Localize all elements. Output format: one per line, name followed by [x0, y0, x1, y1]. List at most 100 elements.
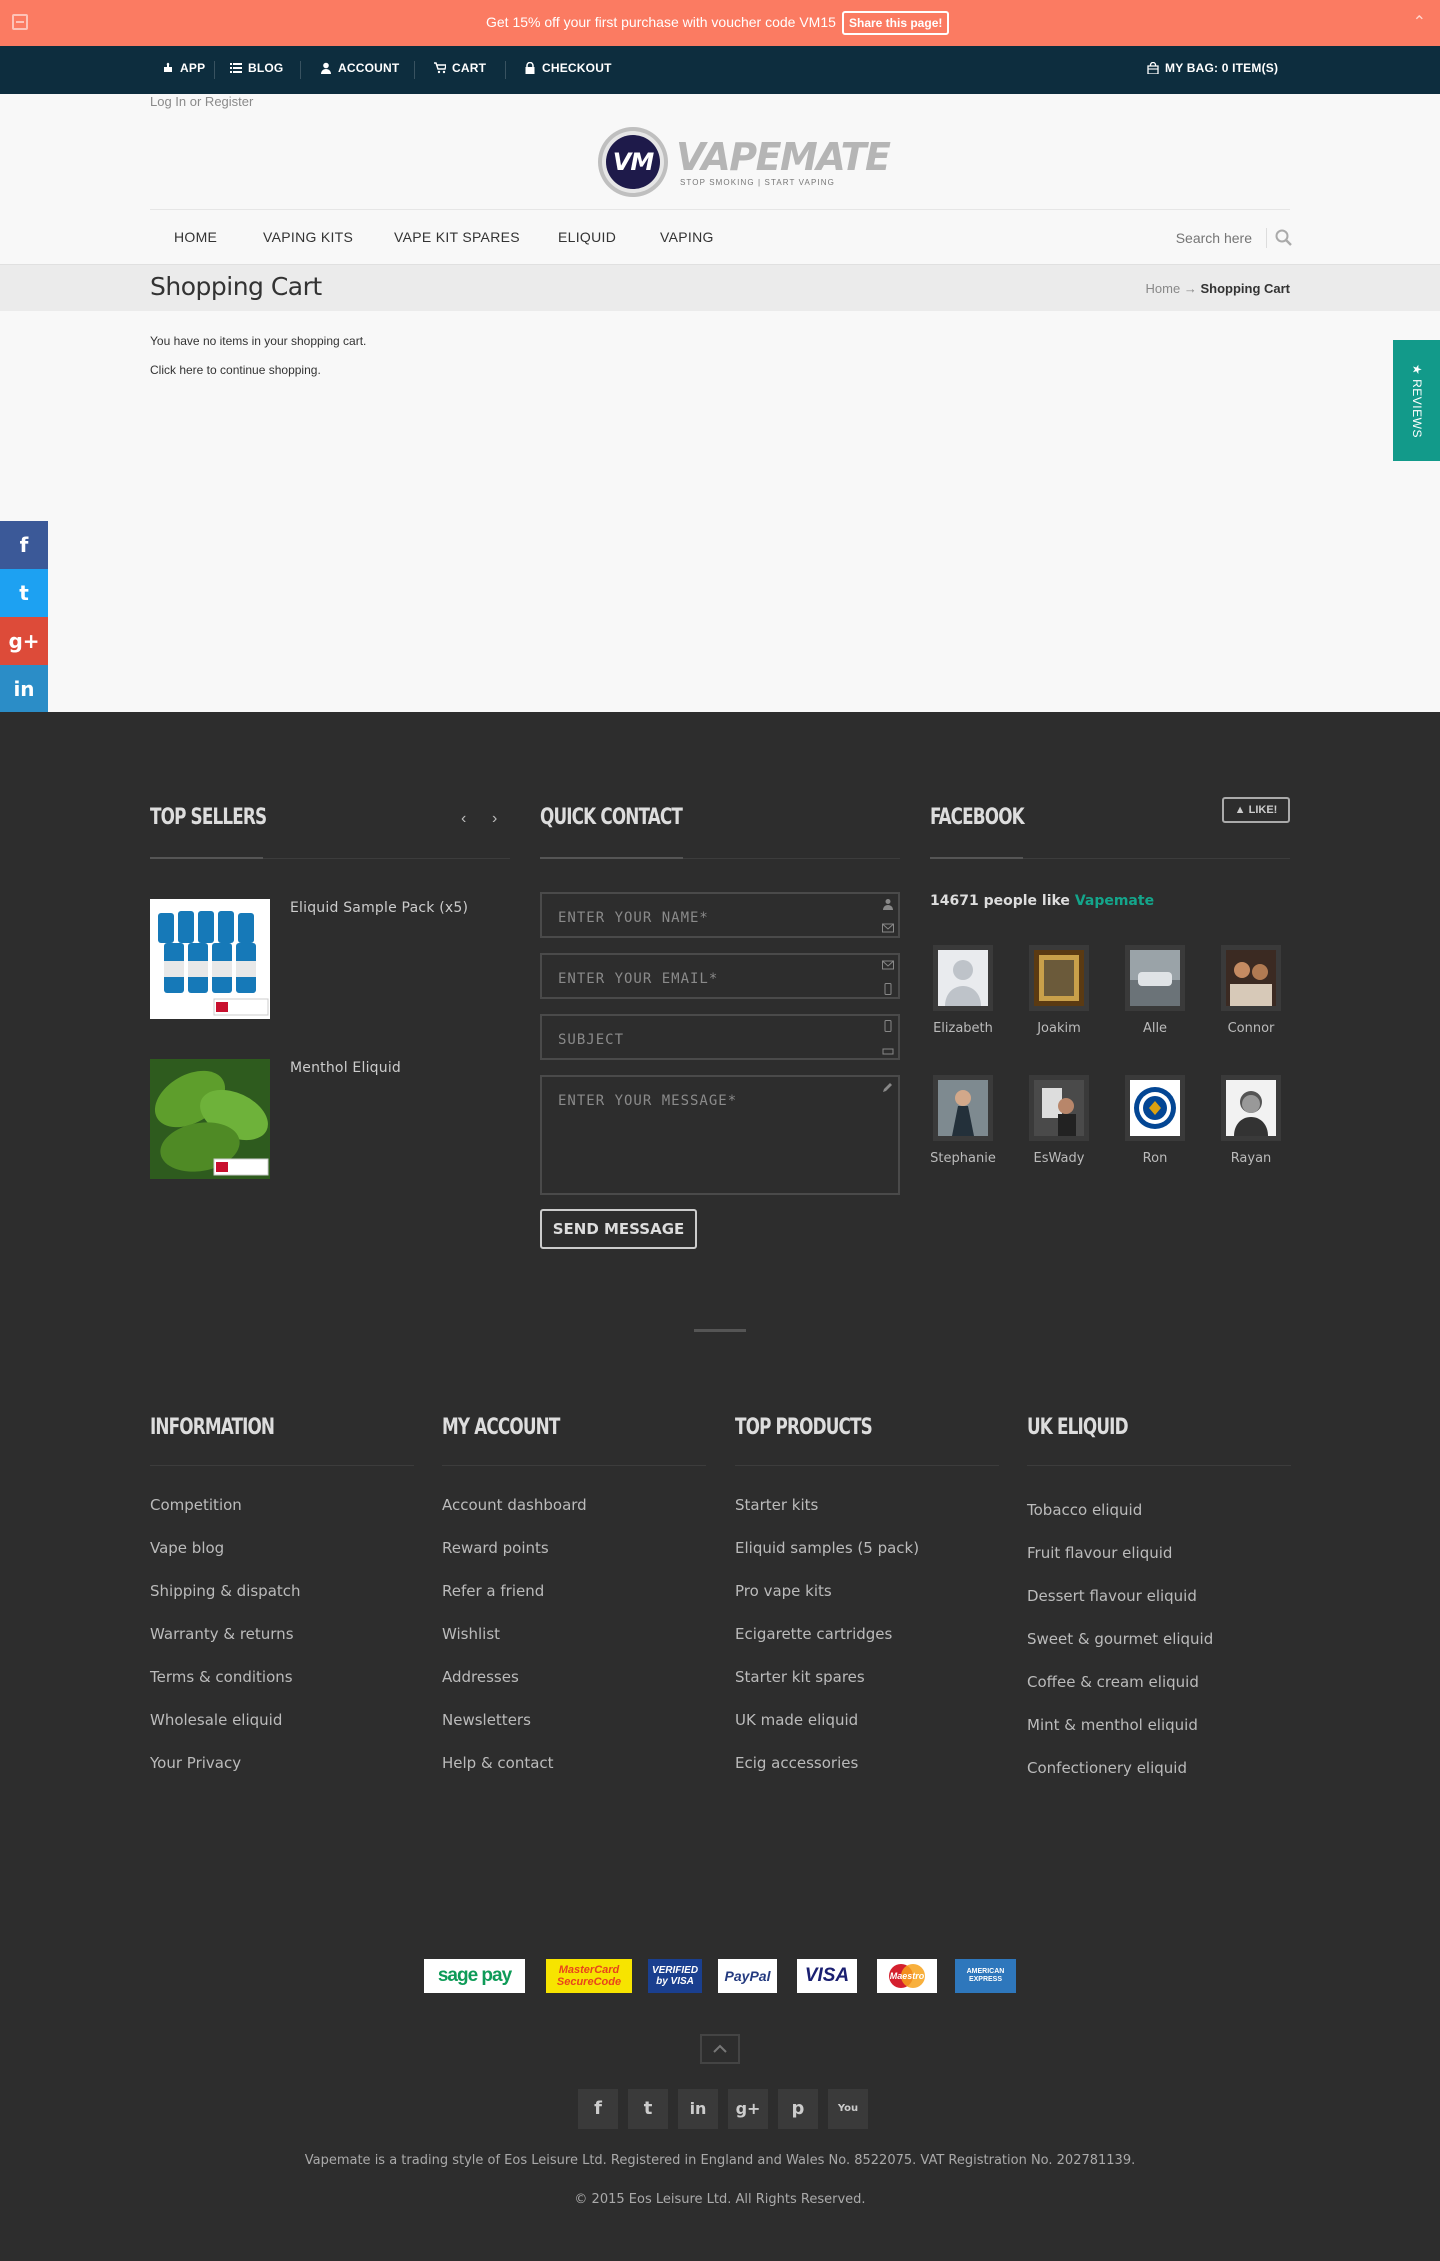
facebook-page-link[interactable]: Vapemate: [1075, 893, 1154, 909]
nav-vaping[interactable]: VAPING: [660, 229, 714, 245]
nav-vaping-kits[interactable]: VAPING KITS: [263, 229, 353, 245]
topnav-account-label: ACCOUNT: [338, 61, 400, 75]
reviews-tab[interactable]: ★ REVIEWS: [1393, 340, 1440, 461]
next-arrow-icon[interactable]: ›: [492, 810, 497, 828]
avatar-name[interactable]: Elizabeth: [918, 1021, 1008, 1036]
footer-link[interactable]: Eliquid samples (5 pack): [735, 1539, 919, 1557]
avatar[interactable]: [1221, 945, 1281, 1011]
footer-link[interactable]: Your Privacy: [150, 1754, 241, 1772]
prev-arrow-icon[interactable]: ‹: [461, 810, 466, 828]
footer-link[interactable]: Starter kits: [735, 1496, 818, 1514]
footer-link[interactable]: Fruit flavour eliquid: [1027, 1544, 1172, 1562]
nav-eliquid[interactable]: ELIQUID: [558, 229, 616, 245]
search-icon[interactable]: [1274, 228, 1294, 248]
vapemate-logo[interactable]: VM VAPEMATE STOP SMOKING | START VAPING: [596, 123, 891, 201]
nav-home[interactable]: HOME: [174, 229, 217, 245]
topnav-blog[interactable]: BLOG: [230, 61, 283, 75]
avatar[interactable]: [1029, 1075, 1089, 1141]
maestro-label: Maestro: [889, 1971, 925, 1981]
footer-link[interactable]: Competition: [150, 1496, 242, 1514]
footer-link[interactable]: Warranty & returns: [150, 1625, 294, 1643]
avatar-name[interactable]: Rayan: [1206, 1151, 1296, 1166]
avatar-name[interactable]: Stephanie: [918, 1151, 1008, 1166]
avatar[interactable]: [1125, 945, 1185, 1011]
product-image-sample-pack[interactable]: [150, 899, 270, 1019]
my-account-rule: [442, 1465, 706, 1466]
topnav-cart[interactable]: CART: [434, 61, 486, 75]
footer-link[interactable]: Coffee & cream eliquid: [1027, 1673, 1199, 1691]
footer-link[interactable]: Confectionery eliquid: [1027, 1759, 1187, 1777]
share-facebook[interactable]: f: [0, 521, 48, 569]
avatar[interactable]: [1029, 945, 1089, 1011]
footer-link[interactable]: UK made eliquid: [735, 1711, 858, 1729]
footer-youtube[interactable]: You: [828, 2089, 868, 2129]
avatar-name[interactable]: Ron: [1110, 1151, 1200, 1166]
footer-link[interactable]: Shipping & dispatch: [150, 1582, 301, 1600]
footer-link[interactable]: Tobacco eliquid: [1027, 1501, 1142, 1519]
subject-field[interactable]: SUBJECT: [540, 1014, 900, 1060]
footer-link[interactable]: Refer a friend: [442, 1582, 544, 1600]
footer-pinterest[interactable]: p: [778, 2089, 818, 2129]
avatar[interactable]: [933, 945, 993, 1011]
share-twitter[interactable]: t: [0, 569, 48, 617]
email-field[interactable]: ENTER YOUR EMAIL*: [540, 953, 900, 999]
product-name-menthol[interactable]: Menthol Eliquid: [290, 1060, 401, 1076]
footer-link[interactable]: Starter kit spares: [735, 1668, 865, 1686]
main-navigation: HOME VAPING KITS VAPE KIT SPARES ELIQUID…: [150, 209, 1292, 265]
footer-googleplus[interactable]: g+: [728, 2089, 768, 2129]
nav-vape-kit-spares[interactable]: VAPE KIT SPARES: [394, 229, 520, 245]
verified-by-visa-logo: VERIFIED by VISA: [648, 1959, 702, 1993]
breadcrumb-home[interactable]: Home: [1146, 281, 1181, 296]
share-linkedin[interactable]: in: [0, 665, 48, 713]
footer-link[interactable]: Reward points: [442, 1539, 549, 1557]
topnav-account[interactable]: ACCOUNT: [320, 61, 399, 75]
avatar-name[interactable]: Connor: [1206, 1021, 1296, 1036]
footer-link[interactable]: Vape blog: [150, 1539, 224, 1557]
footer-link[interactable]: Wholesale eliquid: [150, 1711, 282, 1729]
share-googleplus[interactable]: g+: [0, 617, 48, 665]
footer-link[interactable]: Ecig accessories: [735, 1754, 858, 1772]
avatar-name[interactable]: Joakim: [1014, 1021, 1104, 1036]
cart-icon: [434, 62, 446, 74]
footer-link[interactable]: Newsletters: [442, 1711, 531, 1729]
footer-facebook[interactable]: f: [578, 2089, 618, 2129]
footer-link[interactable]: Mint & menthol eliquid: [1027, 1716, 1198, 1734]
sharethis-icon[interactable]: [12, 14, 28, 30]
footer-twitter[interactable]: t: [628, 2089, 668, 2129]
linkedin-icon: in: [13, 677, 35, 701]
topnav-app[interactable]: APP: [162, 61, 205, 75]
message-field[interactable]: ENTER YOUR MESSAGE*: [540, 1075, 900, 1195]
avatar[interactable]: [1125, 1075, 1185, 1141]
printer-icon: [882, 1048, 894, 1055]
facebook-count-text: 14671 people like: [930, 893, 1070, 909]
pinterest-icon: p: [791, 2098, 805, 2119]
avatar-name[interactable]: Alle: [1110, 1021, 1200, 1036]
avatar[interactable]: [933, 1075, 993, 1141]
footer-link[interactable]: Wishlist: [442, 1625, 500, 1643]
product-name-sample-pack[interactable]: Eliquid Sample Pack (x5): [290, 900, 468, 916]
facebook-like-button[interactable]: ▲ LIKE!: [1222, 797, 1290, 823]
footer-linkedin[interactable]: in: [678, 2089, 718, 2129]
login-register-link[interactable]: Log In or Register: [150, 94, 253, 109]
avatar-name[interactable]: EsWady: [1014, 1151, 1104, 1166]
footer-link[interactable]: Ecigarette cartridges: [735, 1625, 892, 1643]
name-field[interactable]: ENTER YOUR NAME*: [540, 892, 900, 938]
back-to-top-button[interactable]: [700, 2034, 740, 2064]
footer-link[interactable]: Sweet & gourmet eliquid: [1027, 1630, 1213, 1648]
footer-link[interactable]: Pro vape kits: [735, 1582, 832, 1600]
topnav-checkout[interactable]: CHECKOUT: [524, 61, 612, 75]
product-image-menthol[interactable]: [150, 1059, 270, 1179]
continue-shopping-link[interactable]: Click here to continue shopping.: [150, 363, 321, 377]
my-bag[interactable]: MY BAG: 0 ITEM(S): [1147, 61, 1278, 75]
footer-link[interactable]: Terms & conditions: [150, 1668, 293, 1686]
footer-link[interactable]: Addresses: [442, 1668, 519, 1686]
avatar[interactable]: [1221, 1075, 1281, 1141]
footer-link[interactable]: Account dashboard: [442, 1496, 587, 1514]
footer-link[interactable]: Dessert flavour eliquid: [1027, 1587, 1197, 1605]
search-input[interactable]: [1158, 222, 1258, 254]
send-message-button[interactable]: SEND MESSAGE: [540, 1209, 697, 1249]
empty-cart-message: You have no items in your shopping cart.: [150, 334, 367, 348]
footer-link[interactable]: Help & contact: [442, 1754, 554, 1772]
collapse-icon[interactable]: ⌃: [1413, 12, 1426, 32]
share-page-button[interactable]: Share this page!: [842, 11, 950, 35]
